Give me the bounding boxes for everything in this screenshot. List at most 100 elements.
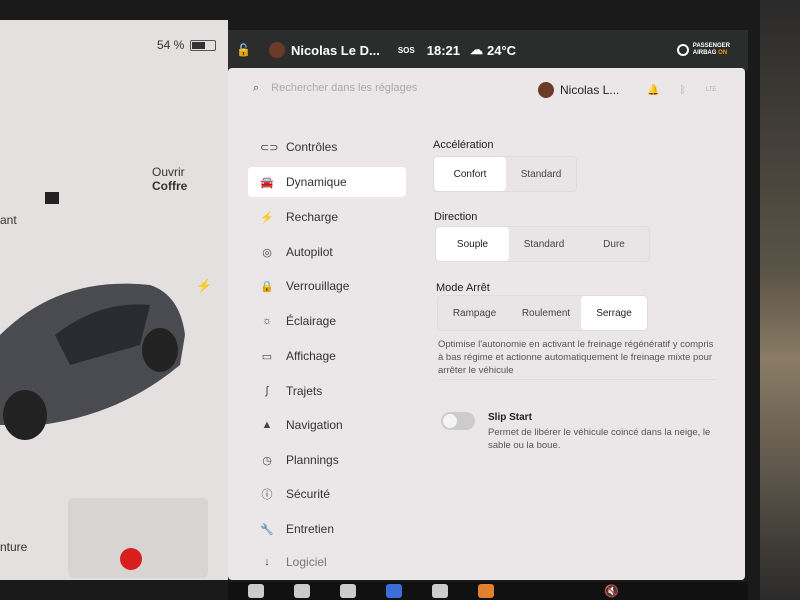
settings-panel: ⌕ Rechercher dans les réglages Nicolas L… — [228, 68, 745, 580]
stop-mode-option-rampage[interactable]: Rampage — [438, 296, 511, 330]
app-icon[interactable] — [294, 584, 310, 598]
sidebar-item-autopilot[interactable]: ◎ Autopilot — [248, 237, 406, 267]
direction-option-souple[interactable]: Souple — [436, 227, 509, 261]
bell-icon[interactable]: 🔔 — [647, 85, 659, 96]
trunk-label: Coffre — [152, 179, 188, 193]
sidebar-item-logiciel[interactable]: ↓ Logiciel — [248, 547, 406, 577]
sidebar-item-eclairage[interactable]: ☼ Éclairage — [248, 306, 406, 336]
seatbelt-label: nture — [0, 540, 28, 554]
sidebar-label: Éclairage — [286, 314, 337, 328]
lock-icon: 🔒 — [260, 280, 274, 293]
sidebar-label: Trajets — [286, 384, 323, 398]
sidebar-item-plannings[interactable]: ◷ Plannings — [248, 445, 406, 475]
sos-button[interactable]: SOS — [398, 46, 415, 55]
volume-muted-icon[interactable]: 🔇 — [604, 584, 620, 598]
sidebar-label: Verrouillage — [286, 279, 350, 293]
vehicle-panel: 54 % ant Ouvrir Coffre ⚡ nture — [0, 20, 228, 580]
acceleration-title: Accélération — [433, 139, 494, 151]
sidebar-item-verrouillage[interactable]: 🔒 Verrouillage — [248, 271, 406, 301]
stop-mode-option-roulement[interactable]: Roulement — [511, 296, 581, 330]
notes-app-icon[interactable] — [432, 584, 448, 598]
unlock-icon[interactable] — [45, 192, 59, 204]
sidebar-item-trajets[interactable]: ∫ Trajets — [248, 376, 406, 406]
sidebar-item-affichage[interactable]: ▭ Affichage — [248, 341, 406, 371]
direction-option-dure[interactable]: Dure — [579, 227, 649, 261]
sidebar-item-recharge[interactable]: ⚡ Recharge — [248, 202, 406, 232]
sidebar-item-navigation[interactable]: ▲ Navigation — [248, 410, 406, 440]
sidebar-label: Logiciel — [286, 555, 327, 569]
signal-icon: LTE — [705, 87, 717, 93]
airbag-indicator: PASSENGER AIRBAG ON — [676, 43, 730, 57]
navigation-icon: ▲ — [261, 419, 273, 431]
route-icon: ∫ — [265, 385, 269, 397]
user-profile[interactable]: Nicolas L... 🔔 ᛒ LTE — [538, 82, 716, 98]
cloud-icon: ☁ — [469, 42, 483, 57]
partial-label: ant — [0, 213, 17, 227]
stop-mode-title: Mode Arrêt — [436, 282, 490, 294]
sidebar-label: Affichage — [286, 349, 336, 363]
battery-percent: 54 % — [157, 38, 185, 52]
direction-title: Direction — [434, 211, 478, 223]
wrench-icon: 🔧 — [260, 523, 274, 536]
sidebar-label: Autopilot — [286, 245, 333, 259]
games-app-icon[interactable] — [478, 584, 494, 598]
app-icon[interactable] — [248, 584, 264, 598]
seatbelt-warning-icon — [120, 548, 142, 570]
app-icon[interactable] — [340, 584, 356, 598]
divider — [438, 379, 716, 380]
temperature: 24°C — [486, 42, 517, 58]
search-placeholder: Rechercher dans les réglages — [271, 82, 418, 94]
clock: 18:21 — [426, 42, 460, 58]
stop-mode-selector: Rampage Roulement Serrage — [437, 295, 648, 331]
car-image — [0, 283, 185, 440]
battery-icon — [190, 39, 217, 51]
search-input[interactable]: ⌕ Rechercher dans les réglages — [253, 82, 417, 95]
acceleration-selector: Confort Standard — [433, 156, 577, 192]
user-avatar — [538, 82, 554, 98]
slip-start-toggle[interactable] — [441, 412, 475, 430]
slip-start-title: Slip Start — [488, 412, 532, 423]
sidebar-label: Sécurité — [286, 487, 331, 501]
direction-selector: Souple Standard Dure — [435, 226, 650, 262]
app-dock: 🔇 — [228, 582, 748, 600]
sidebar-label: Dynamique — [286, 175, 347, 189]
steering-wheel-icon: ◎ — [262, 246, 272, 259]
airbag-state: ON — [718, 50, 728, 56]
stop-mode-option-serrage[interactable]: Serrage — [581, 296, 647, 330]
direction-option-standard[interactable]: Standard — [509, 227, 579, 261]
sidebar-label: Plannings — [286, 453, 339, 467]
bolt-icon: ⚡ — [260, 211, 274, 224]
car-icon: 🚘 — [260, 176, 274, 189]
sidebar-item-securite[interactable]: ⓘ Sécurité — [248, 479, 406, 509]
navigation-app-icon[interactable] — [386, 584, 402, 598]
airbag-icon — [676, 44, 689, 56]
trunk-open-button[interactable]: Ouvrir Coffre — [152, 165, 187, 193]
alert-icon: ⓘ — [261, 489, 273, 501]
car-interior — [760, 0, 800, 600]
sidebar-item-dynamique[interactable]: 🚘 Dynamique — [248, 167, 406, 197]
status-bar: 🔓 Nicolas Le D... SOS 18:21 ☁ 24°C PASSE… — [228, 30, 748, 70]
charge-port-icon[interactable]: ⚡ — [196, 278, 212, 294]
driver-profile[interactable]: Nicolas Le D... — [291, 43, 380, 58]
sidebar-item-entretien[interactable]: 🔧 Entretien — [248, 514, 406, 544]
sidebar-label: Contrôles — [286, 140, 338, 154]
sidebar-item-controles[interactable]: ⊂⊃ Contrôles — [248, 132, 406, 162]
stop-mode-description: Optimise l'autonomie en activant le frei… — [438, 339, 714, 376]
bluetooth-icon[interactable]: ᛒ — [680, 85, 686, 96]
driver-avatar — [268, 42, 285, 58]
airbag-text: PASSENGER — [692, 43, 730, 49]
user-name: Nicolas L... — [560, 83, 620, 97]
acceleration-option-standard[interactable]: Standard — [506, 157, 576, 191]
airbag-text: AIRBAG — [692, 50, 717, 56]
sidebar-label: Recharge — [286, 210, 339, 224]
sun-icon: ☼ — [261, 315, 273, 327]
display-icon: ▭ — [261, 350, 273, 363]
trunk-action: Ouvrir — [152, 165, 185, 179]
search-icon: ⌕ — [253, 82, 260, 94]
sidebar-label: Navigation — [286, 418, 343, 432]
sidebar-label: Entretien — [286, 522, 335, 536]
clock-icon: ◷ — [262, 454, 272, 467]
slip-start-description: Permet de libérer le véhicule coincé dan… — [488, 427, 711, 451]
lock-status-icon[interactable]: 🔓 — [236, 43, 251, 57]
acceleration-option-confort[interactable]: Confort — [434, 157, 506, 191]
